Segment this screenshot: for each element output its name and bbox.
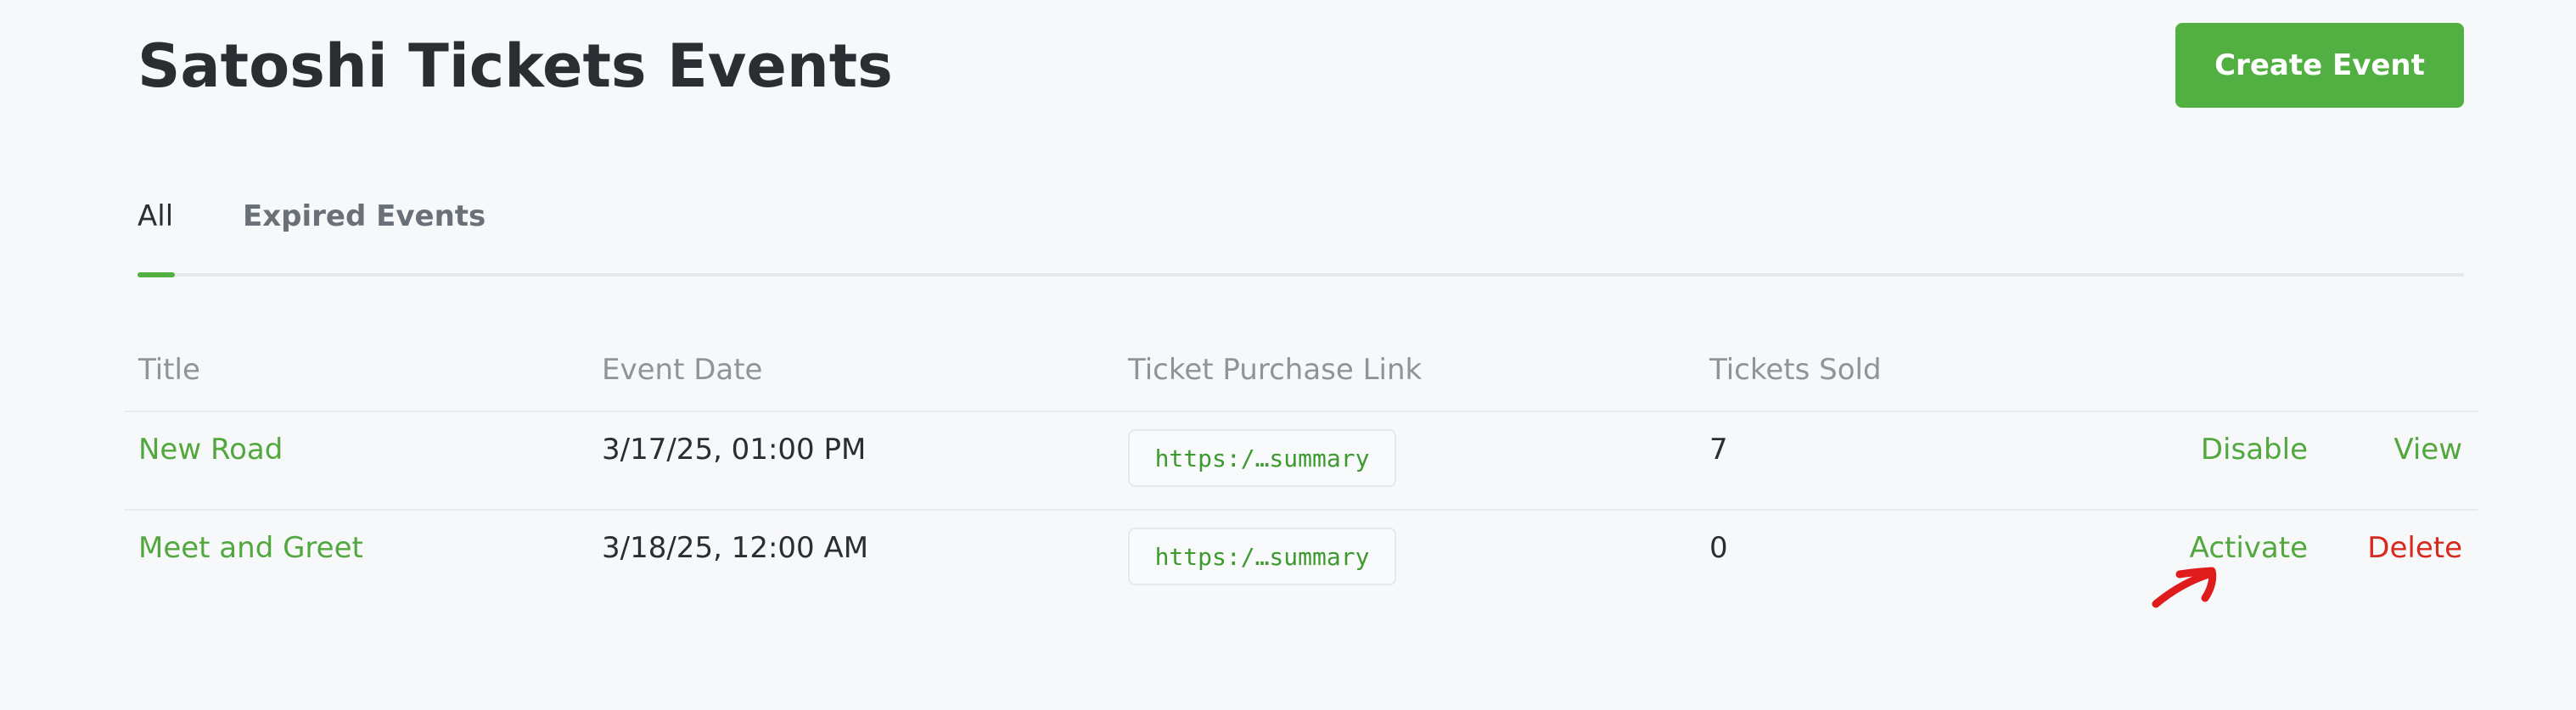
event-date: 3/18/25, 12:00 AM	[602, 531, 869, 565]
delete-button[interactable]: Delete	[2367, 529, 2462, 567]
page-title: Satoshi Tickets Events	[137, 31, 893, 101]
table-header: Title Event Date Ticket Purchase Link Ti…	[124, 339, 2478, 412]
column-header-event-date: Event Date	[602, 353, 763, 387]
view-button[interactable]: View	[2394, 431, 2462, 468]
ticket-purchase-link[interactable]: https:/…summary	[1128, 528, 1396, 585]
hand-drawn-arrow-icon	[2152, 567, 2217, 608]
tab-bar: All Expired Events	[137, 170, 2464, 277]
ticket-purchase-link[interactable]: https:/…summary	[1128, 429, 1396, 487]
event-title-link[interactable]: Meet and Greet	[138, 529, 363, 567]
column-header-title: Title	[138, 353, 200, 387]
tab-expired-events[interactable]: Expired Events	[243, 198, 485, 235]
create-event-button[interactable]: Create Event	[2175, 23, 2464, 108]
table-row: New Road 3/17/25, 01:00 PM https:/…summa…	[124, 412, 2478, 511]
active-tab-indicator	[137, 272, 175, 277]
column-header-tickets-sold: Tickets Sold	[1709, 353, 1882, 387]
tickets-sold-count: 7	[1709, 433, 1728, 467]
table-row: Meet and Greet 3/18/25, 12:00 AM https:/…	[124, 511, 2478, 607]
tab-all[interactable]: All	[137, 198, 173, 235]
disable-button[interactable]: Disable	[2201, 431, 2308, 468]
event-title-link[interactable]: New Road	[138, 431, 283, 468]
event-date: 3/17/25, 01:00 PM	[602, 433, 867, 467]
tab-bar-divider	[137, 273, 2464, 277]
column-header-purchase-link: Ticket Purchase Link	[1128, 353, 1423, 387]
tickets-sold-count: 0	[1709, 531, 1728, 565]
